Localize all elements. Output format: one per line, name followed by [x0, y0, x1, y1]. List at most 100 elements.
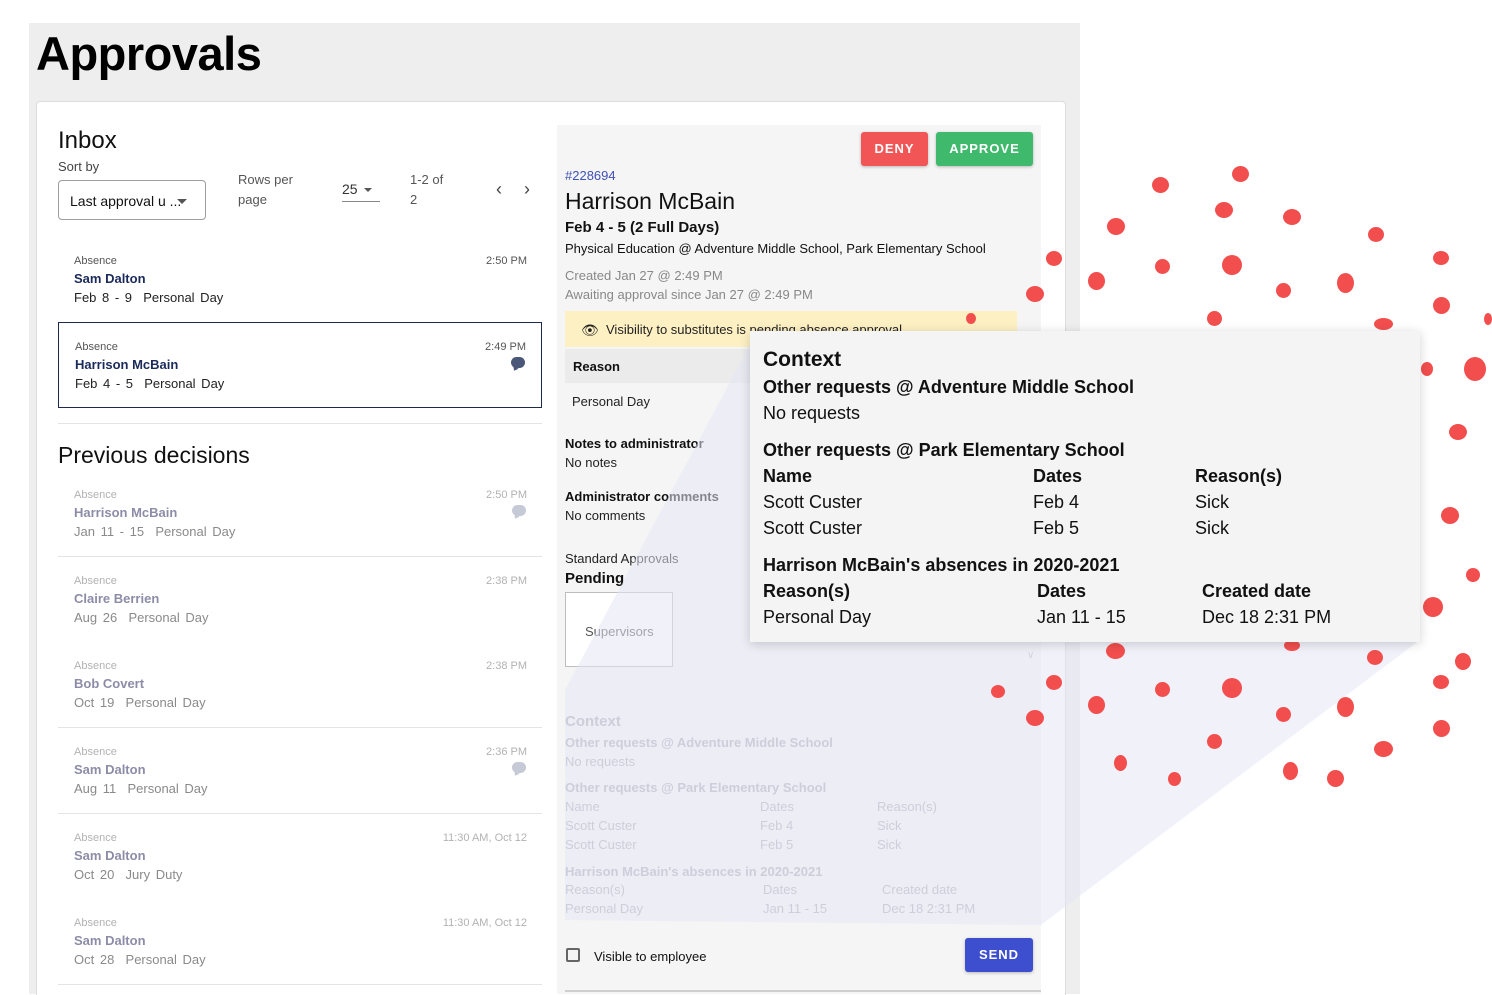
context-cell: Personal Day	[763, 607, 872, 627]
context-col-header: Name	[763, 466, 813, 486]
approve-button[interactable]: APPROVE	[936, 132, 1033, 166]
decorative-dot	[1374, 318, 1393, 330]
context-school1-faded: Other requests @ Adventure Middle School	[565, 735, 833, 750]
item-detail: Jan 11 - 15 Personal Day	[74, 524, 236, 539]
context-col-faded: Dates	[763, 882, 797, 897]
send-button[interactable]: SEND	[965, 938, 1033, 972]
item-time: 2:50 PM	[486, 489, 527, 501]
decorative-dot	[1222, 255, 1242, 275]
context-cell: Dec 18 2:31 PM	[1202, 607, 1332, 627]
page-title: Approvals	[36, 27, 262, 80]
item-time: 2:38 PM	[486, 660, 527, 672]
item-employee: Claire Berrien	[74, 591, 160, 606]
comment-icon	[512, 505, 526, 516]
context-cell-faded: Scott Custer	[565, 837, 637, 852]
decision-item[interactable]: Absence Claire Berrien Aug 26 Personal D…	[58, 557, 542, 643]
context-school1-value-faded: No requests	[565, 754, 636, 769]
decision-item[interactable]: Absence Sam Dalton Aug 11 Personal Day 2…	[58, 728, 542, 814]
context-school2-faded: Other requests @ Park Elementary School	[565, 780, 827, 795]
sort-by-label: Sort by	[58, 159, 100, 174]
context-cell-faded: Scott Custer	[565, 818, 637, 833]
decorative-dot	[1107, 218, 1125, 235]
item-employee: Sam Dalton	[74, 762, 146, 777]
caret-down-icon	[364, 188, 372, 192]
item-employee: Sam Dalton	[74, 933, 146, 948]
decorative-dot	[1046, 675, 1062, 690]
decorative-dot	[1283, 209, 1301, 225]
context-cell-faded: Sick	[877, 818, 902, 833]
decorative-dot	[1276, 707, 1291, 722]
created-timestamp: Created Jan 27 @ 2:49 PM	[565, 268, 723, 283]
context-school1-value: No requests	[763, 403, 861, 423]
item-type: Absence	[74, 489, 117, 501]
context-cell-faded: Feb 4	[760, 818, 794, 833]
context-popout: Context Other requests @ Adventure Middl…	[750, 331, 1420, 642]
decorative-dot	[1433, 675, 1449, 689]
inbox-item[interactable]: Absence Sam Dalton Feb 8 - 9 Personal Da…	[58, 237, 542, 323]
sort-select[interactable]: Last approval u ...	[58, 180, 206, 220]
context-col-header: Dates	[1033, 466, 1083, 486]
rows-per-page-select[interactable]: 25	[342, 181, 380, 202]
decision-item[interactable]: Absence Sam Dalton Oct 20 Jury Duty 11:3…	[58, 814, 542, 900]
context-col-faded: Name	[565, 799, 600, 814]
item-detail: Oct 19 Personal Day	[74, 695, 206, 710]
chevron-down-icon[interactable]: ∨	[1027, 650, 1034, 661]
decorative-dot	[1449, 424, 1467, 440]
context-cell-faded: Sick	[877, 837, 902, 852]
context-cell-faded: Dec 18 2:31 PM	[882, 901, 976, 916]
inbox-item-selected[interactable]: Absence Harrison McBain Feb 4 - 5 Person…	[58, 322, 542, 408]
decision-item[interactable]: Absence Harrison McBain Jan 11 - 15 Pers…	[58, 471, 542, 557]
chevron-right-icon[interactable]: ›	[517, 179, 537, 199]
context-col-faded: Reason(s)	[565, 882, 625, 897]
item-employee: Harrison McBain	[75, 357, 179, 372]
item-type: Absence	[74, 917, 117, 929]
context-col-header: Dates	[1037, 581, 1087, 601]
deny-button[interactable]: DENY	[861, 132, 928, 166]
item-detail: Feb 4 - 5 Personal Day	[75, 376, 225, 391]
request-dates: Feb 4 - 5 (2 Full Days)	[565, 219, 720, 236]
visible-to-employee-checkbox[interactable]	[566, 948, 580, 962]
employee-name: Harrison McBain	[565, 188, 735, 214]
decorative-dot	[1337, 697, 1354, 717]
admin-comments-value: No comments	[565, 508, 646, 523]
context-school1-heading: Other requests @ Adventure Middle School	[763, 377, 1134, 397]
decorative-dot	[1088, 272, 1105, 290]
item-type: Absence	[74, 832, 117, 844]
pagination-range: 1-2 of 2	[410, 172, 444, 207]
decorative-dot	[1207, 311, 1222, 326]
request-id-link[interactable]: #228694	[565, 168, 616, 183]
decorative-dot	[1374, 741, 1393, 757]
item-type: Absence	[74, 255, 117, 267]
context-cell: Feb 4	[1033, 492, 1080, 512]
decorative-dot	[1026, 710, 1044, 726]
rows-per-page-label: Rows per page	[238, 172, 293, 207]
decorative-dot	[1026, 286, 1044, 302]
decorative-dot	[991, 685, 1005, 698]
decorative-dot	[966, 313, 976, 324]
decorative-dot	[1276, 283, 1291, 298]
rows-per-page-value: 25	[342, 181, 358, 197]
decorative-dot	[1327, 770, 1344, 787]
decorative-dot	[1433, 297, 1450, 314]
section-divider	[58, 423, 542, 424]
chevron-left-icon[interactable]: ‹	[489, 179, 509, 199]
item-employee: Sam Dalton	[74, 271, 146, 286]
context-title: Context	[763, 348, 842, 371]
decorative-dot	[1441, 507, 1459, 524]
eye-off-icon: 👁︎	[581, 322, 599, 338]
request-position: Physical Education @ Adventure Middle Sc…	[565, 241, 986, 256]
comment-icon	[511, 357, 525, 368]
decision-item[interactable]: Absence Sam Dalton Oct 28 Personal Day 1…	[58, 899, 542, 985]
decorative-dot	[1464, 357, 1486, 381]
decorative-dot	[1433, 251, 1449, 265]
context-cell: Feb 5	[1033, 518, 1080, 538]
workflow-step: Supervisors	[585, 624, 654, 639]
decision-item[interactable]: Absence Bob Covert Oct 19 Personal Day 2…	[58, 642, 542, 728]
decorative-dot	[1337, 273, 1354, 293]
context-cell-faded: Feb 5	[760, 837, 794, 852]
decorative-dot	[1368, 227, 1384, 242]
decorative-dot	[1088, 696, 1105, 714]
item-detail: Oct 28 Personal Day	[74, 952, 206, 967]
item-employee: Bob Covert	[74, 676, 145, 691]
awaiting-timestamp: Awaiting approval since Jan 27 @ 2:49 PM	[565, 287, 813, 302]
